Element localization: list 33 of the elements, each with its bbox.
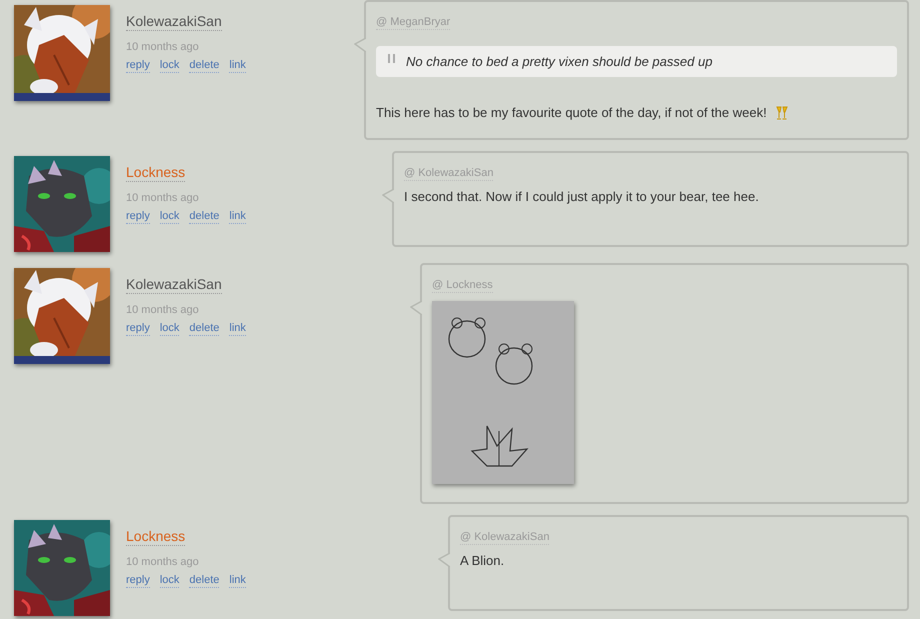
author-link[interactable]: Lockness xyxy=(126,528,186,546)
comment-time: 10 months ago xyxy=(126,304,199,316)
action-link[interactable]: link xyxy=(229,574,246,588)
reply-to-link[interactable]: @ KolewazakiSan xyxy=(404,167,494,181)
reply-to-link[interactable]: @ MeganBryar xyxy=(376,16,450,30)
action-link[interactable]: reply xyxy=(126,574,150,588)
comment-text: This here has to be my favourite quote of the day, if not of the week! xyxy=(376,105,767,120)
reply-to-link[interactable]: @ Lockness xyxy=(432,279,493,293)
reply-to-link[interactable]: @ KolewazakiSan xyxy=(460,531,550,545)
action-link[interactable]: link xyxy=(229,59,246,73)
comment-text: A Blion. xyxy=(460,553,504,568)
action-link[interactable]: lock xyxy=(160,574,180,588)
quote-text: No chance to bed a pretty vixen should be passed up xyxy=(406,54,712,69)
action-link[interactable]: reply xyxy=(126,210,150,224)
comment-time: 10 months ago xyxy=(126,556,199,568)
author-link[interactable]: Lockness xyxy=(126,164,186,182)
action-link[interactable]: reply xyxy=(126,59,150,73)
comment-text: I second that. Now if I could just apply it to your bear, tee hee. xyxy=(404,189,759,204)
action-link[interactable]: link xyxy=(229,210,246,224)
action-link[interactable]: delete xyxy=(189,322,220,336)
action-link[interactable]: delete xyxy=(189,574,220,588)
action-link[interactable]: lock xyxy=(160,210,180,224)
action-link[interactable]: lock xyxy=(160,59,180,73)
quote-icon xyxy=(388,54,396,64)
action-link[interactable]: lock xyxy=(160,322,180,336)
author-link[interactable]: KolewazakiSan xyxy=(126,276,222,294)
action-link[interactable]: reply xyxy=(126,322,150,336)
action-link[interactable]: delete xyxy=(189,210,220,224)
comment-time: 10 months ago xyxy=(126,41,199,53)
comment-time: 10 months ago xyxy=(126,192,199,204)
author-link[interactable]: KolewazakiSan xyxy=(126,13,222,31)
action-link[interactable]: link xyxy=(229,322,246,336)
action-link[interactable]: delete xyxy=(189,59,220,73)
